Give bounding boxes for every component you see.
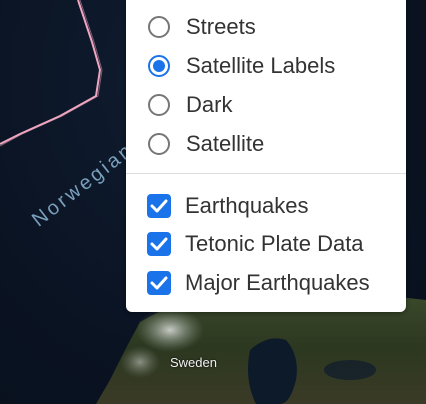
overlay-label: Earthquakes bbox=[185, 193, 309, 218]
checkbox[interactable] bbox=[147, 232, 171, 256]
checkbox[interactable] bbox=[147, 271, 171, 295]
gulf-water bbox=[248, 338, 297, 404]
checkmark-icon bbox=[150, 199, 168, 213]
layer-control-panel: Streets Satellite Labels Dark Satellite … bbox=[126, 0, 406, 312]
checkmark-icon bbox=[150, 276, 168, 290]
mountain-snow bbox=[120, 346, 160, 378]
lake bbox=[324, 360, 376, 380]
radio-button[interactable] bbox=[148, 133, 170, 155]
plate-boundary-line bbox=[0, 0, 102, 145]
base-layer-label: Streets bbox=[186, 14, 256, 39]
base-layer-label: Satellite bbox=[186, 131, 265, 156]
radio-button[interactable] bbox=[148, 55, 170, 77]
base-layer-label: Dark bbox=[186, 92, 233, 117]
radio-button[interactable] bbox=[148, 94, 170, 116]
checkbox[interactable] bbox=[147, 194, 171, 218]
overlay-label: Major Earthquakes bbox=[185, 270, 370, 295]
mountain-snow bbox=[136, 308, 204, 352]
checkmark-icon bbox=[150, 237, 168, 251]
layer-separator bbox=[126, 173, 406, 174]
overlay-label: Tetonic Plate Data bbox=[185, 231, 364, 256]
base-layer-label: Satellite Labels bbox=[186, 53, 336, 78]
country-label: Sweden bbox=[170, 355, 217, 370]
radio-button[interactable] bbox=[148, 16, 170, 38]
plate-boundary-line bbox=[0, 0, 103, 147]
